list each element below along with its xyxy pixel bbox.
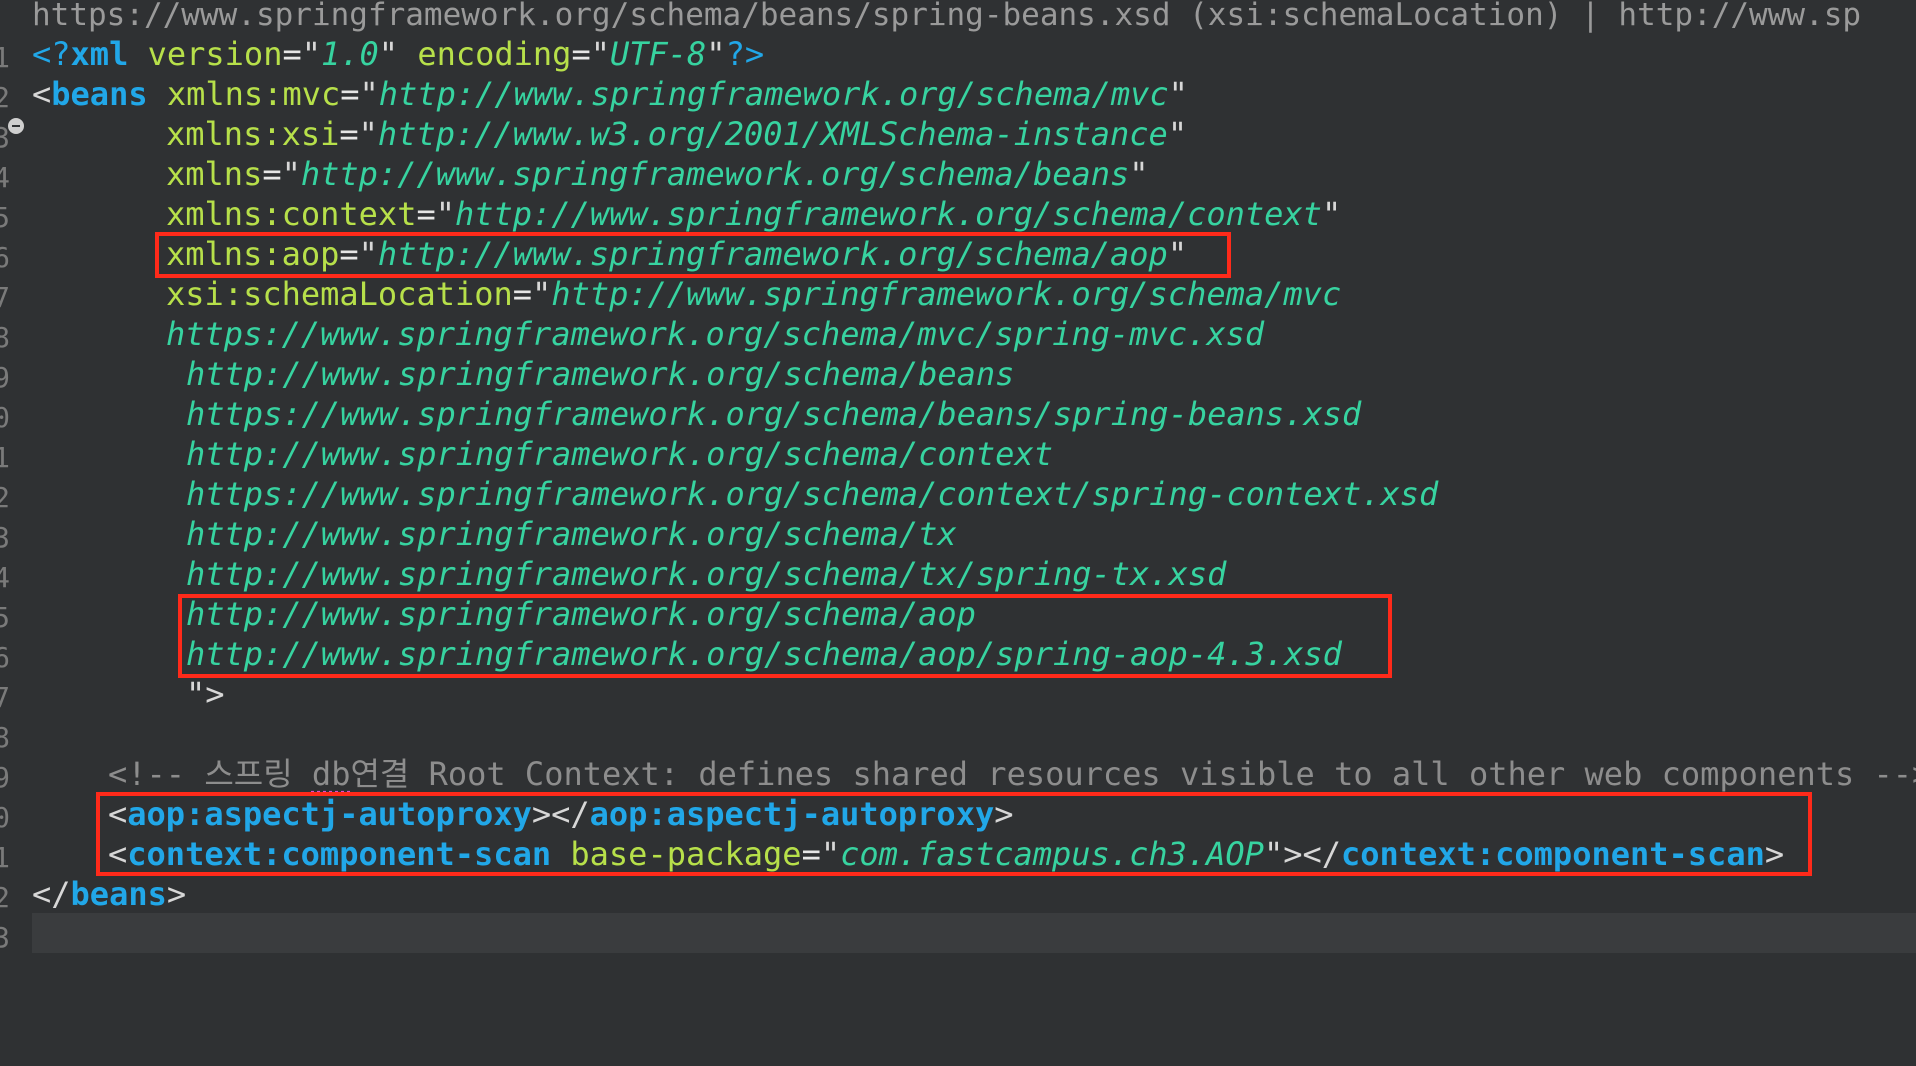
schema-url: http://www.springframework.org/schema/tx: [186, 515, 957, 553]
line-number: 6: [0, 241, 10, 274]
fold-collapse-icon[interactable]: [8, 118, 24, 134]
schema-url: http://www.springframework.org/schema/be…: [186, 355, 1015, 393]
decl-value-version: 1.0: [320, 35, 379, 73]
code-line-schema-url[interactable]: https://www.springframework.org/schema/c…: [186, 474, 1438, 514]
comment-misspelled-word: db: [311, 755, 351, 793]
code-line-schema-url[interactable]: http://www.springframework.org/schema/tx…: [186, 554, 1226, 594]
comment-start: <!-- 스프링: [108, 755, 312, 793]
line-number: 2: [0, 81, 10, 114]
line-number: 3: [0, 921, 10, 954]
line-number: 1: [0, 841, 10, 874]
highlight-box-aop-schema: [178, 594, 1392, 678]
code-line-beans-open[interactable]: <beans xmlns:mvc="http://www.springframe…: [32, 74, 1188, 114]
schema-close: ">: [186, 675, 225, 713]
schema-url: http://www.springframework.org/schema/co…: [186, 435, 1053, 473]
code-line-schema-url[interactable]: http://www.springframework.org/schema/be…: [186, 354, 1014, 394]
line-number: 2: [0, 481, 10, 514]
value-xmlns: http://www.springframework.org/schema/be…: [300, 155, 1130, 193]
code-line-beans-close[interactable]: </beans>: [32, 874, 186, 914]
value-xmlns-xsi: http://www.w3.org/2001/XMLSchema-instanc…: [377, 115, 1168, 153]
decl-close: ?>: [725, 35, 765, 73]
line-number: 9: [0, 761, 10, 794]
attr-schema-location: xsi:schemaLocation: [166, 275, 513, 313]
decl-value-encoding: UTF-8: [609, 35, 707, 73]
code-line-schema-close[interactable]: ">: [186, 674, 225, 714]
decl-open: <?: [32, 35, 71, 73]
line-number: 1: [0, 41, 10, 74]
line-number: 8: [0, 321, 10, 354]
line-number: 4: [0, 161, 10, 194]
value-xmlns-mvc: http://www.springframework.org/schema/mv…: [378, 75, 1169, 113]
attr-xmlns-context: xmlns:context: [166, 195, 417, 233]
code-line-comment[interactable]: <!-- 스프링 db연결 Root Context: defines shar…: [108, 754, 1916, 794]
hover-tooltip-text: https://www.springframework.org/schema/b…: [32, 0, 1862, 33]
beans-tag: beans: [51, 75, 148, 113]
code-line-xmlns-default[interactable]: xmlns="http://www.springframework.org/sc…: [166, 154, 1149, 194]
schema-url: https://www.springframework.org/schema/b…: [186, 395, 1362, 433]
line-number: 0: [0, 401, 10, 434]
line-number: 6: [0, 641, 10, 674]
highlight-box-aop-config: [96, 792, 1812, 876]
schema-url: https://www.springframework.org/schema/c…: [186, 475, 1439, 513]
line-number: 1: [0, 441, 10, 474]
code-line-schema-url[interactable]: http://www.springframework.org/schema/tx: [186, 514, 957, 554]
value-xmlns-context: http://www.springframework.org/schema/co…: [454, 195, 1322, 233]
line-number: 8: [0, 721, 10, 754]
line-number: 7: [0, 281, 10, 314]
code-line-schema-location[interactable]: xsi:schemaLocation="http://www.springfra…: [166, 274, 1341, 314]
tag-bracket: </: [32, 875, 71, 913]
attr-xmlns: xmlns: [166, 155, 263, 193]
line-number-gutter: 1 2 3 4 5 6 7 8 9 0 1 2 3 4 5 6 7 8 9 0 …: [0, 36, 30, 954]
current-line-highlight: [32, 913, 1916, 953]
code-line-xml-declaration[interactable]: <?xml version="1.0" encoding="UTF-8"?>: [32, 34, 764, 74]
tag-bracket: >: [166, 875, 187, 913]
decl-tag: xml: [70, 35, 129, 73]
code-line-schema-url[interactable]: http://www.springframework.org/schema/co…: [186, 434, 1053, 474]
beans-close-tag: beans: [70, 875, 167, 913]
line-number: 9: [0, 361, 10, 394]
decl-attr-encoding: encoding: [398, 35, 572, 73]
highlight-box-xmlns-aop: [155, 232, 1231, 278]
code-line-schema-url[interactable]: https://www.springframework.org/schema/b…: [186, 394, 1361, 434]
schema-url: http://www.springframework.org/schema/tx…: [186, 555, 1227, 593]
code-line-schema-url[interactable]: https://www.springframework.org/schema/m…: [166, 314, 1264, 354]
line-number: 4: [0, 561, 10, 594]
line-number: 0: [0, 801, 10, 834]
code-line-xmlns-xsi[interactable]: xmlns:xsi="http://www.w3.org/2001/XMLSch…: [166, 114, 1187, 154]
line-number: 5: [0, 201, 10, 234]
line-number: 3: [0, 521, 10, 554]
line-number: 5: [0, 601, 10, 634]
code-line-xmlns-context[interactable]: xmlns:context="http://www.springframewor…: [166, 194, 1341, 234]
schema-url: https://www.springframework.org/schema/m…: [166, 315, 1265, 353]
xml-editor[interactable]: https://www.springframework.org/schema/b…: [0, 0, 1916, 1066]
tag-bracket: <: [32, 75, 52, 113]
line-number: 2: [0, 881, 10, 914]
comment-rest: 연결 Root Context: defines shared resource…: [350, 755, 1916, 793]
value-schema-location: http://www.springframework.org/schema/mv…: [551, 275, 1342, 313]
attr-xmlns-mvc: xmlns:mvc: [147, 75, 341, 113]
line-number: 7: [0, 681, 10, 714]
attr-xmlns-xsi: xmlns:xsi: [166, 115, 340, 153]
decl-attr-version: version: [128, 35, 283, 73]
